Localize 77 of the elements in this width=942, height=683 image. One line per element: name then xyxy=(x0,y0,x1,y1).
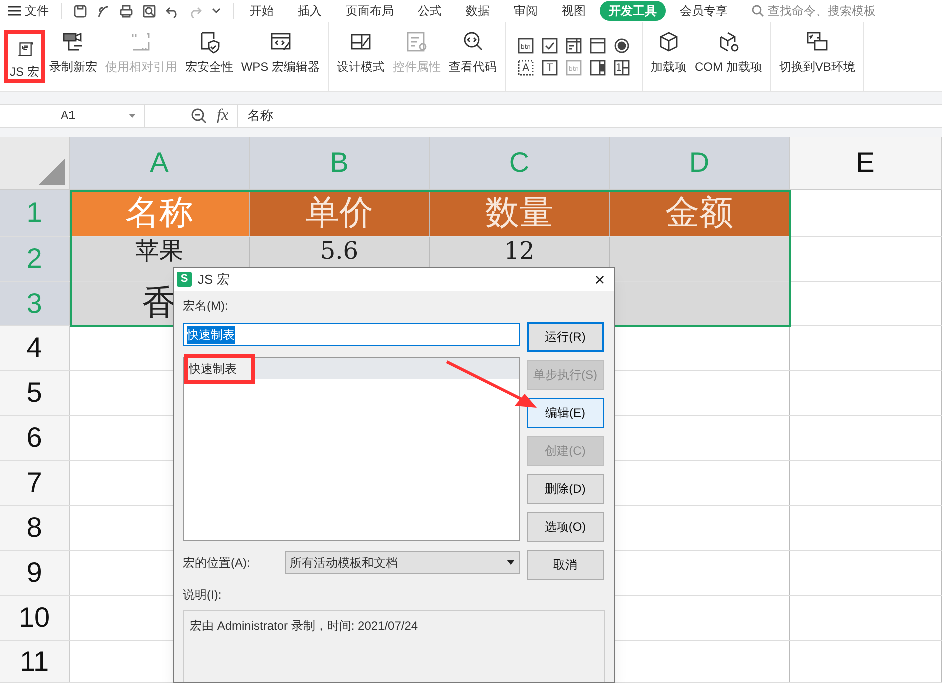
ribbon-tab[interactable]: 视图 xyxy=(550,1,598,21)
cell-text: 5.6 xyxy=(320,237,359,265)
macro-name-field[interactable]: 快速制表 xyxy=(183,323,520,346)
ribbon-tool[interactable]: 设计模式 xyxy=(333,22,390,91)
ribbon-tab[interactable]: 插入 xyxy=(286,1,334,21)
cell-text: 苹果 xyxy=(136,237,184,265)
cell-text: 香 xyxy=(142,282,176,325)
scroll-control-icon[interactable] xyxy=(590,60,606,76)
ribbon-tab[interactable]: 数据 xyxy=(454,1,502,21)
list-control-icon[interactable] xyxy=(590,38,606,54)
label-control-icon[interactable]: A xyxy=(518,60,534,76)
field-label: 宏的位置(A): xyxy=(183,554,252,572)
pen-icon[interactable] xyxy=(97,4,110,18)
row-header[interactable]: 6 xyxy=(0,416,70,460)
combo-control-icon[interactable] xyxy=(566,38,582,54)
caret-icon[interactable] xyxy=(212,8,221,14)
save-icon[interactable] xyxy=(74,4,87,18)
field-label: 宏名(M): xyxy=(183,298,230,315)
field-label: 说明(I): xyxy=(183,587,223,604)
column-header[interactable]: E xyxy=(790,137,942,189)
undo-icon[interactable] xyxy=(166,4,179,18)
row-header[interactable]: 5 xyxy=(0,371,70,415)
spin-control-icon[interactable]: 1 xyxy=(614,60,630,76)
ribbon-tab[interactable]: 公式 xyxy=(406,1,454,21)
checkbox-control-icon[interactable] xyxy=(542,38,558,54)
macro-list[interactable]: 快速制表 xyxy=(183,357,520,541)
dialog-button[interactable]: 选项(O) xyxy=(527,512,604,542)
caret-icon xyxy=(507,560,515,565)
close-button[interactable]: × xyxy=(589,270,611,288)
textbox-control-icon[interactable]: T xyxy=(542,60,558,76)
print-icon[interactable] xyxy=(120,4,133,18)
preview-icon[interactable] xyxy=(143,4,156,18)
properties-icon xyxy=(405,30,430,54)
ribbon-tab[interactable]: 开始 xyxy=(238,1,286,21)
dialog-button[interactable]: 取消 xyxy=(527,550,604,580)
ribbon-tool[interactable]: 录制新宏 xyxy=(45,22,102,91)
ribbon-tool[interactable]: JS 宏 xyxy=(6,32,44,81)
row-header[interactable]: 8 xyxy=(0,506,70,550)
ribbon-tool[interactable]: COM 加载项 xyxy=(691,22,766,91)
file-menu[interactable]: 文件 xyxy=(0,0,57,22)
ribbon-tab[interactable]: 会员专享 xyxy=(668,1,740,21)
formula-field[interactable]: 名称 xyxy=(236,105,942,127)
search-field[interactable]: 查找命令、搜索模板 xyxy=(752,2,876,20)
ribbon-tab[interactable]: 审阅 xyxy=(502,1,550,21)
macro-list-item[interactable]: 快速制表 xyxy=(184,358,519,379)
window-title: JS 宏 xyxy=(198,270,231,289)
dialog-button[interactable]: 运行(R) xyxy=(527,322,604,352)
cell-text: 12 xyxy=(504,237,535,265)
cell-text: 金额 xyxy=(666,192,734,234)
ribbon-tool[interactable]: 宏安全性 xyxy=(181,22,238,91)
ribbon-tool[interactable]: 加载项 xyxy=(647,22,692,91)
cell-text: 名称 xyxy=(126,192,194,234)
selected-text: 快速制表 xyxy=(187,326,235,344)
row-header[interactable]: 10 xyxy=(0,596,70,640)
radio-control-icon[interactable] xyxy=(614,38,630,54)
row-header[interactable]: 11 xyxy=(0,641,70,682)
cell-text: 数量 xyxy=(486,192,554,234)
ribbon-tool[interactable]: 切换到VB环境 xyxy=(775,22,860,91)
function-label[interactable]: fx xyxy=(217,104,229,128)
table-cell[interactable] xyxy=(610,237,790,281)
description-box: 宏由 Administrator 录制，时间: 2021/07/24 xyxy=(183,610,605,682)
menu-icon xyxy=(8,6,21,16)
cell-text: 单价 xyxy=(306,192,374,234)
dialog-button[interactable]: 编辑(E) xyxy=(527,398,604,428)
row-header[interactable]: 4 xyxy=(0,326,70,370)
ribbon-tool[interactable]: WPS 宏编辑器 xyxy=(237,22,324,91)
row-header[interactable]: 7 xyxy=(0,461,70,505)
search-icon xyxy=(752,5,764,17)
ribbon-tool[interactable]: 查看代码 xyxy=(445,22,502,91)
caret-icon xyxy=(129,114,136,118)
app-logo: S xyxy=(177,272,192,287)
zoom-icon[interactable] xyxy=(191,108,207,124)
dialog-button[interactable]: 删除(D) xyxy=(527,474,604,504)
ribbon-tab[interactable]: 页面布局 xyxy=(334,1,406,21)
name-box[interactable]: A1 xyxy=(0,105,145,127)
row-header[interactable]: 9 xyxy=(0,551,70,595)
location-dropdown[interactable]: 所有活动模板和文档 xyxy=(285,551,520,574)
